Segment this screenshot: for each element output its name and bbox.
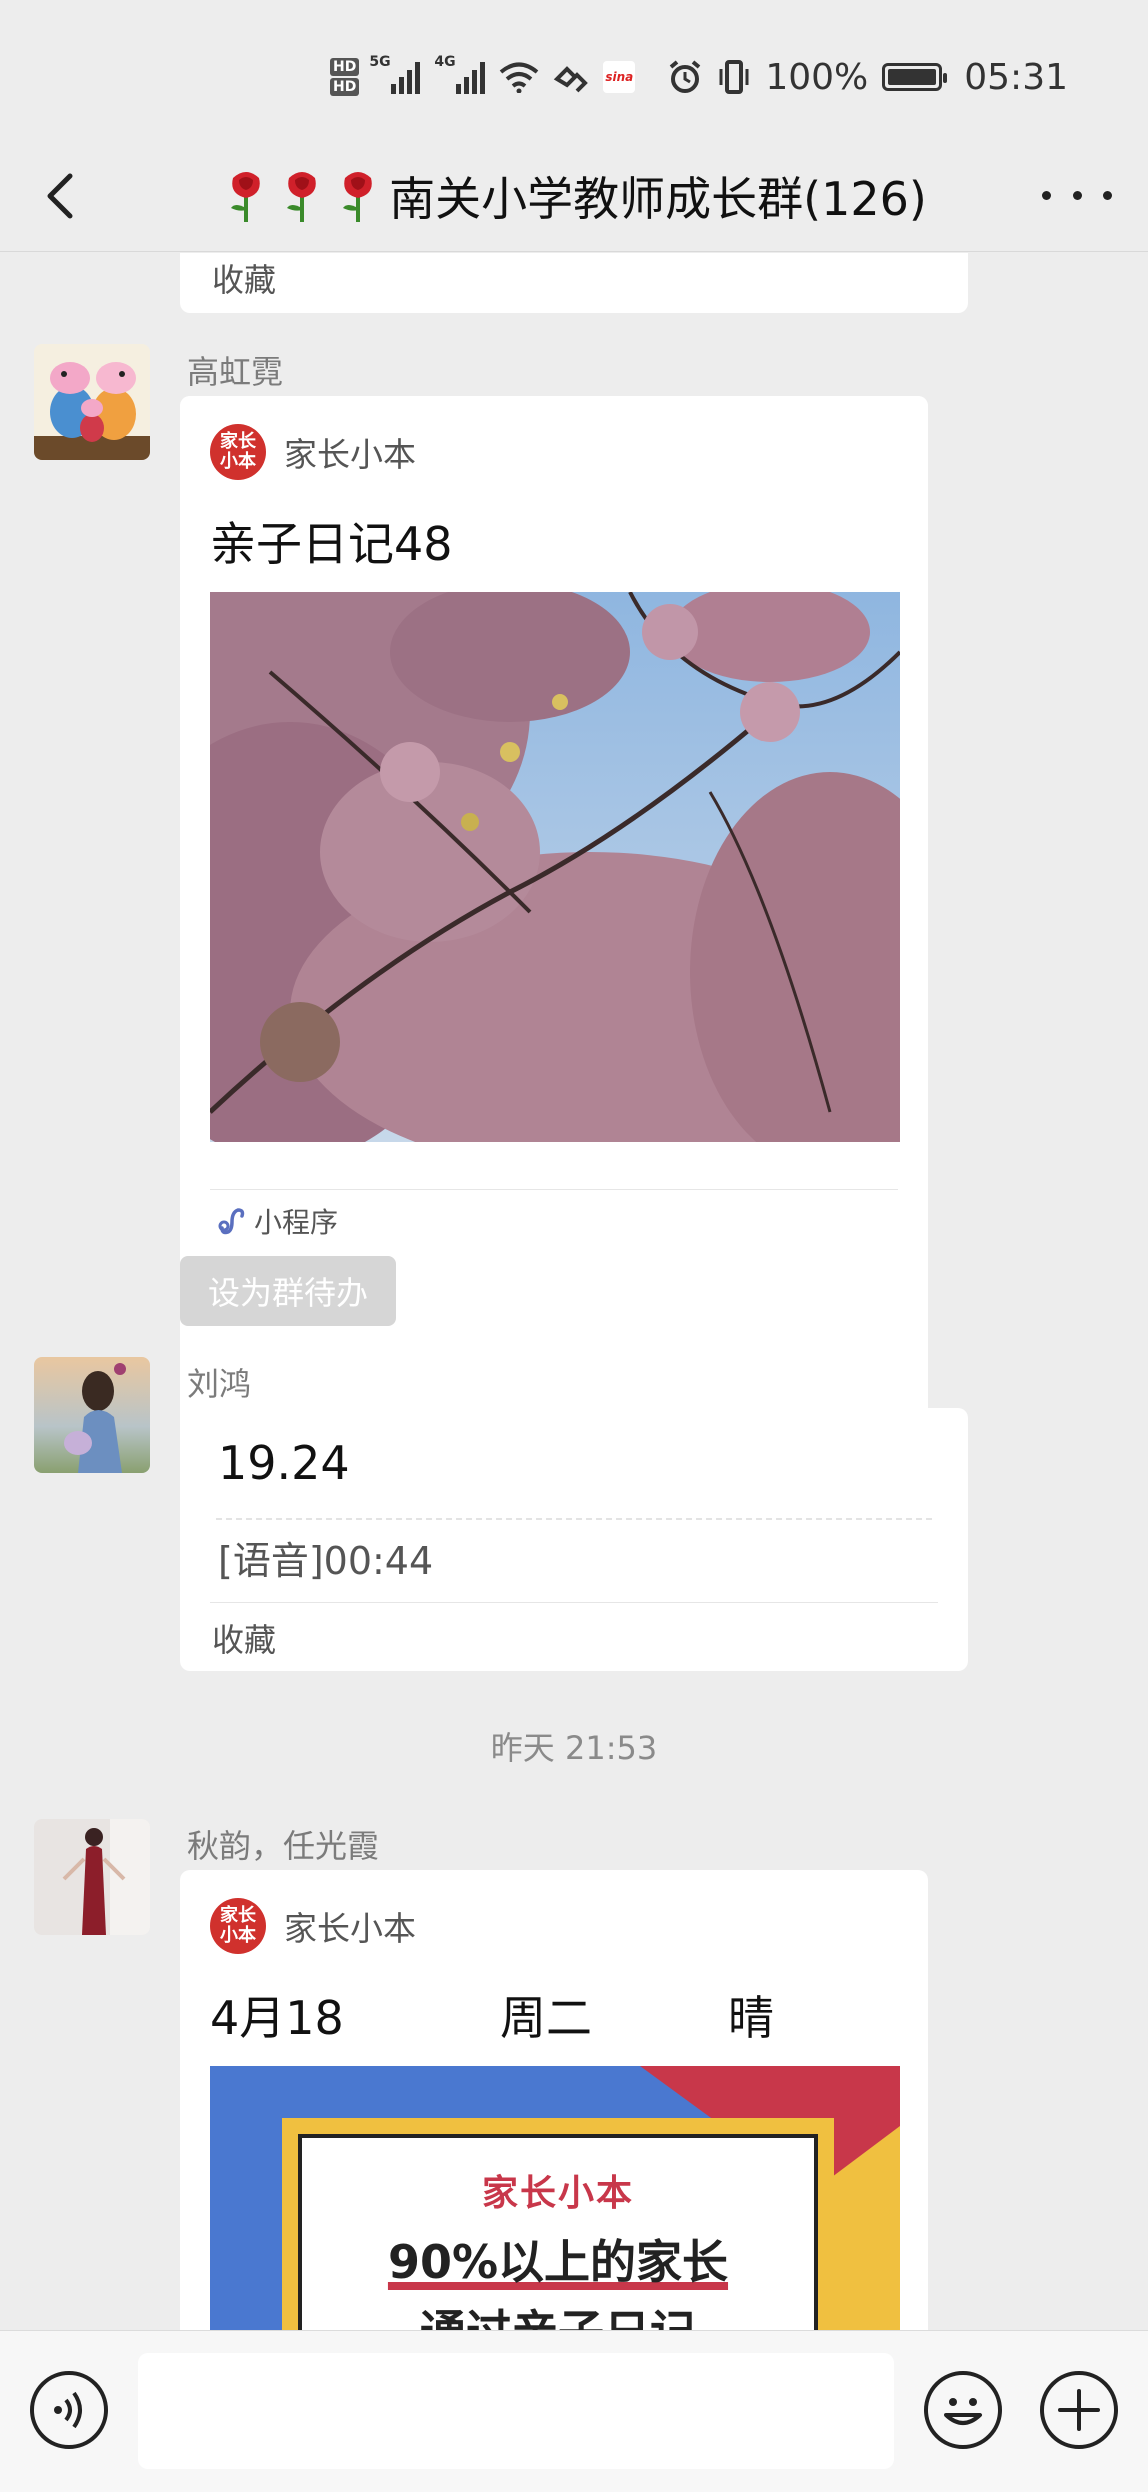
diary-weekday: 周二 [500, 1991, 592, 2045]
emoji-icon[interactable] [924, 2371, 1002, 2449]
rose-icon [343, 172, 372, 222]
chat-input-bar [0, 2330, 1148, 2492]
mini-program-header: 家长小本 家长小本 [210, 424, 416, 480]
link-icon [554, 66, 589, 93]
solid-divider [210, 1602, 938, 1603]
rose-icon [287, 172, 316, 222]
signal-5g-icon: 5G [369, 54, 421, 94]
app-logo-text: 家长小本 [220, 431, 256, 472]
girl-avatar-image [34, 1357, 150, 1473]
card-title-row: 4月18 周二 晴 [210, 1982, 774, 2048]
woman-red-dress-avatar-image [34, 1819, 150, 1935]
jiazhang-xiaoben-logo: 家长小本 [210, 424, 266, 480]
set-group-todo-button[interactable]: 设为群待办 [180, 1256, 396, 1326]
mini-program-icon [218, 1208, 245, 1235]
battery-icon [882, 63, 948, 91]
diary-weather: 晴 [728, 1991, 774, 2045]
poster-headline-2: 通过亲子日记 [302, 2296, 814, 2330]
sender-name: 刘鸿 [187, 1365, 252, 1403]
chat-title-text: 南关小学教师成长群(126) [389, 172, 927, 226]
battery-percent: 100% [765, 56, 869, 98]
mini-program-name: 家长小本 [284, 1909, 416, 1948]
voice-message-text: [语音]00:44 [218, 1539, 434, 1583]
signal-4g-icon: 4G [434, 54, 486, 94]
poster-frame: 家长小本 90%以上的家长 通过亲子日记 [282, 2118, 834, 2330]
mini-program-card[interactable]: 家长小本 家长小本 4月18 周二 晴 家长小本 90%以上的家长 通过亲子日记 [180, 1870, 928, 2330]
status-bar: HD HD 5G 4G sina 100% 05:31 [0, 0, 1148, 140]
back-arrow-icon[interactable] [36, 166, 92, 226]
more-functions-plus-icon[interactable] [1040, 2371, 1118, 2449]
message-text: 19.24 [218, 1436, 350, 1490]
sina-weibo-icon: sina [603, 61, 636, 93]
sender-name: 秋韵，任光霞 [187, 1827, 380, 1865]
vibrate-icon [719, 60, 749, 94]
avatar[interactable] [34, 1357, 150, 1473]
avatar[interactable] [34, 344, 150, 460]
message-input[interactable] [138, 2353, 894, 2469]
cherry-blossom-photo[interactable] [210, 592, 900, 1142]
network-5g-label: 5G [369, 54, 391, 70]
dashed-divider [216, 1518, 932, 1520]
chat-title: 南关小学教师成长群(126) [200, 164, 948, 228]
mini-program-footer: 小程序 [216, 1201, 338, 1241]
more-options-icon[interactable] [1042, 170, 1112, 220]
collect-label: 收藏 [212, 261, 277, 299]
app-logo-text: 家长小本 [220, 1905, 256, 1946]
peppa-pig-avatar-image [34, 344, 150, 460]
wifi-icon [500, 62, 539, 93]
collect-label: 收藏 [212, 1621, 277, 1659]
sender-name: 高虹霓 [187, 353, 284, 391]
chat-header: 南关小学教师成长群(126) [0, 140, 1148, 252]
mini-program-name: 家长小本 [284, 435, 416, 474]
card-title: 亲子日记48 [210, 517, 453, 571]
sina-label: sina [605, 70, 634, 84]
quoted-message-bubble[interactable]: 19.24 [语音]00:44 收藏 [180, 1408, 968, 1671]
poster-frame-inner: 家长小本 90%以上的家长 通过亲子日记 [298, 2134, 818, 2330]
mini-program-footer-label: 小程序 [254, 1206, 339, 1239]
previous-message-bubble[interactable]: 收藏 [180, 253, 968, 313]
poster-headline-1: 90%以上的家长 [387, 2235, 729, 2289]
jiazhang-xiaoben-logo: 家长小本 [210, 1898, 266, 1954]
mini-program-card-body[interactable]: 家长小本 家长小本 亲子日记48 小程序 [180, 396, 928, 1244]
set-group-todo-label: 设为群待办 [207, 1274, 368, 1312]
promo-poster-image[interactable]: 家长小本 90%以上的家长 通过亲子日记 [210, 2066, 900, 2330]
alarm-icon [670, 60, 701, 93]
mini-program-header: 家长小本 家长小本 [210, 1898, 416, 1954]
hd-icon: HD HD [329, 57, 360, 97]
avatar[interactable] [34, 1819, 150, 1935]
rose-icon [231, 172, 260, 222]
network-4g-label: 4G [434, 54, 456, 70]
diary-date: 4月18 [210, 1991, 344, 2045]
status-icons: HD HD 5G 4G sina 100% 05:31 [329, 52, 1068, 102]
message-list[interactable]: 收藏 高虹霓 家长小本 家长小本 亲子日记48 小程序 设为群待办 刘鸿 19.… [0, 253, 1148, 2330]
poster-brand: 家长小本 [481, 2173, 634, 2214]
clock: 05:31 [964, 56, 1068, 98]
voice-input-icon[interactable] [30, 2371, 108, 2449]
time-divider: 昨天 21:53 [490, 1729, 658, 1767]
card-divider [210, 1189, 898, 1190]
